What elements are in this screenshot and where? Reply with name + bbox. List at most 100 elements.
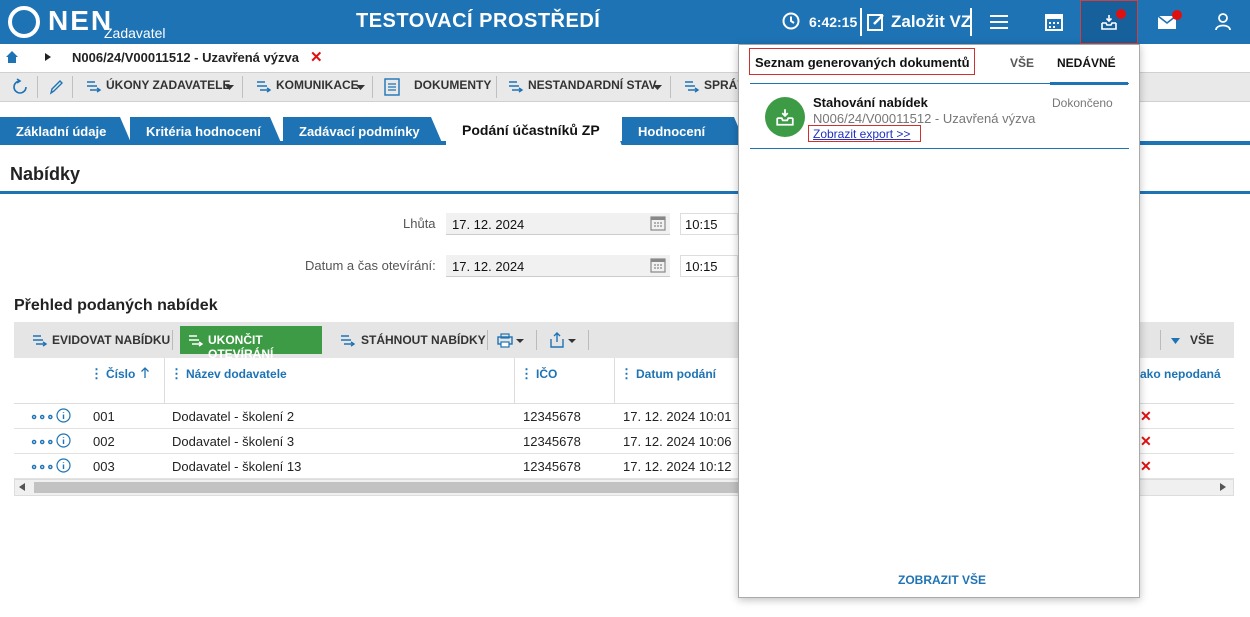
edit-icon[interactable] <box>866 12 886 32</box>
menu-komunikace[interactable]: KOMUNIKACE <box>276 78 359 92</box>
document-item-subtitle: N006/24/V00011512 - Uzavřená výzva <box>813 111 1036 126</box>
notification-dot <box>1172 10 1182 20</box>
create-contract-button[interactable]: Založit VZ <box>891 12 971 32</box>
user-profile-button[interactable] <box>1194 0 1250 44</box>
tab-podani-ucastniku[interactable]: Podání účastníků ZP <box>446 114 622 146</box>
more-options-icon[interactable]: ∘∘∘ <box>30 409 54 425</box>
active-tab-indicator <box>1050 82 1128 85</box>
download-icon <box>765 97 805 137</box>
opening-time-field[interactable]: 10:15 <box>680 255 738 277</box>
sort-ascending-icon[interactable] <box>140 367 150 379</box>
scroll-left-icon[interactable] <box>19 483 25 491</box>
divider <box>242 76 243 98</box>
document-icon <box>384 78 400 96</box>
divider <box>750 148 1129 149</box>
close-icon[interactable]: ✕ <box>310 48 323 66</box>
cell-nazev: Dodavatel - školení 3 <box>172 434 295 449</box>
caret-down-icon <box>653 85 662 90</box>
column-menu-icon[interactable]: ⋮ <box>620 366 633 382</box>
not-submitted-icon: ✕ <box>1140 458 1152 474</box>
action-icon <box>508 79 524 95</box>
generated-documents-button[interactable] <box>1080 0 1138 44</box>
more-options-icon[interactable]: ∘∘∘ <box>30 459 54 475</box>
refresh-icon[interactable] <box>11 78 29 96</box>
info-icon[interactable] <box>56 408 71 423</box>
session-timer: 6:42:15 <box>809 14 858 30</box>
filter-all-button[interactable]: VŠE <box>1190 333 1214 347</box>
cell-ico: 12345678 <box>523 459 581 474</box>
divider <box>536 330 537 350</box>
caret-down-icon <box>356 85 365 90</box>
calendar-button[interactable] <box>1025 0 1083 44</box>
download-offers-button[interactable]: STÁHNOUT NABÍDKY <box>361 333 486 347</box>
tab-zakladni-udaje[interactable]: Základní údaje <box>0 117 132 145</box>
menu-ukony-zadavatele[interactable]: ÚKONY ZADAVATELE <box>106 78 230 92</box>
show-export-link[interactable]: Zobrazit export >> <box>808 125 921 142</box>
divider <box>860 8 862 36</box>
divider <box>37 76 38 98</box>
environment-title: TESTOVACÍ PROSTŘEDÍ <box>356 10 601 32</box>
calendar-icon[interactable] <box>650 257 666 273</box>
scroll-right-icon[interactable] <box>1220 483 1226 491</box>
info-icon[interactable] <box>56 433 71 448</box>
column-header-nepodana[interactable]: ako nepodaná <box>1140 367 1221 381</box>
print-icon[interactable] <box>496 332 526 348</box>
tab-kriteria-hodnoceni[interactable]: Kritéria hodnocení <box>130 117 282 145</box>
caret-down-icon <box>225 85 234 90</box>
logo-icon <box>8 6 40 38</box>
chevron-right-icon <box>44 53 52 61</box>
column-menu-icon[interactable]: ⋮ <box>520 366 533 382</box>
column-header-ico[interactable]: IČO <box>536 367 557 381</box>
divider <box>487 330 488 350</box>
section-title: Nabídky <box>10 164 81 184</box>
home-icon[interactable] <box>5 50 19 64</box>
column-header-nazev[interactable]: Název dodavatele <box>186 367 287 381</box>
document-item-status: Dokončeno <box>1052 96 1113 110</box>
hamburger-icon <box>990 15 1008 29</box>
caret-down-icon <box>1171 338 1180 344</box>
info-icon[interactable] <box>56 458 71 473</box>
divider <box>72 76 73 98</box>
opening-date-field[interactable]: 17. 12. 2024 <box>446 255 670 277</box>
divider <box>172 330 173 350</box>
export-icon[interactable] <box>548 331 578 349</box>
panel-tab-all[interactable]: VŠE <box>1010 56 1034 70</box>
panel-title: Seznam generovaných dokumentů <box>749 48 975 75</box>
column-header-datum[interactable]: Datum podání <box>636 367 716 381</box>
menu-dokumenty[interactable]: DOKUMENTY <box>414 78 491 92</box>
cell-cislo: 001 <box>93 409 115 424</box>
deadline-time-field[interactable]: 10:15 <box>680 213 738 235</box>
divider <box>614 358 615 404</box>
messages-button[interactable] <box>1138 0 1196 44</box>
deadline-date-field[interactable]: 17. 12. 2024 <box>446 213 670 235</box>
tab-hodnoceni[interactable]: Hodnocení <box>622 117 746 145</box>
show-all-button[interactable]: ZOBRAZIT VŠE <box>898 573 986 587</box>
document-item-title: Stahování nabídek <box>813 95 928 110</box>
notification-dot <box>1116 9 1126 19</box>
pencil-icon[interactable] <box>48 78 64 96</box>
breadcrumb-current[interactable]: N006/24/V00011512 - Uzavřená výzva <box>72 50 299 65</box>
action-icon <box>86 79 102 95</box>
clock-icon <box>782 12 800 30</box>
column-header-cislo[interactable]: Číslo <box>106 367 135 381</box>
cell-cislo: 003 <box>93 459 115 474</box>
cell-ico: 12345678 <box>523 409 581 424</box>
menu-nestandardni-stav[interactable]: NESTANDARDNÍ STAV <box>528 78 657 92</box>
more-options-icon[interactable]: ∘∘∘ <box>30 434 54 450</box>
cell-datum: 17. 12. 2024 10:01 <box>623 409 732 424</box>
menu-button[interactable] <box>970 0 1028 44</box>
deadline-label: Lhůta <box>403 216 436 231</box>
cell-nazev: Dodavatel - školení 2 <box>172 409 295 424</box>
tab-zadavaci-podminky[interactable]: Zadávací podmínky <box>283 117 443 145</box>
column-menu-icon[interactable]: ⋮ <box>90 366 103 382</box>
register-offer-button[interactable]: EVIDOVAT NABÍDKU <box>52 333 170 347</box>
divider <box>164 358 165 404</box>
panel-tab-recent[interactable]: NEDÁVNÉ <box>1057 56 1116 70</box>
column-menu-icon[interactable]: ⋮ <box>170 366 183 382</box>
calendar-icon[interactable] <box>650 215 666 231</box>
cell-nazev: Dodavatel - školení 13 <box>172 459 302 474</box>
scrollbar-thumb[interactable] <box>34 482 774 493</box>
divider <box>588 330 589 350</box>
cell-ico: 12345678 <box>523 434 581 449</box>
cell-cislo: 002 <box>93 434 115 449</box>
